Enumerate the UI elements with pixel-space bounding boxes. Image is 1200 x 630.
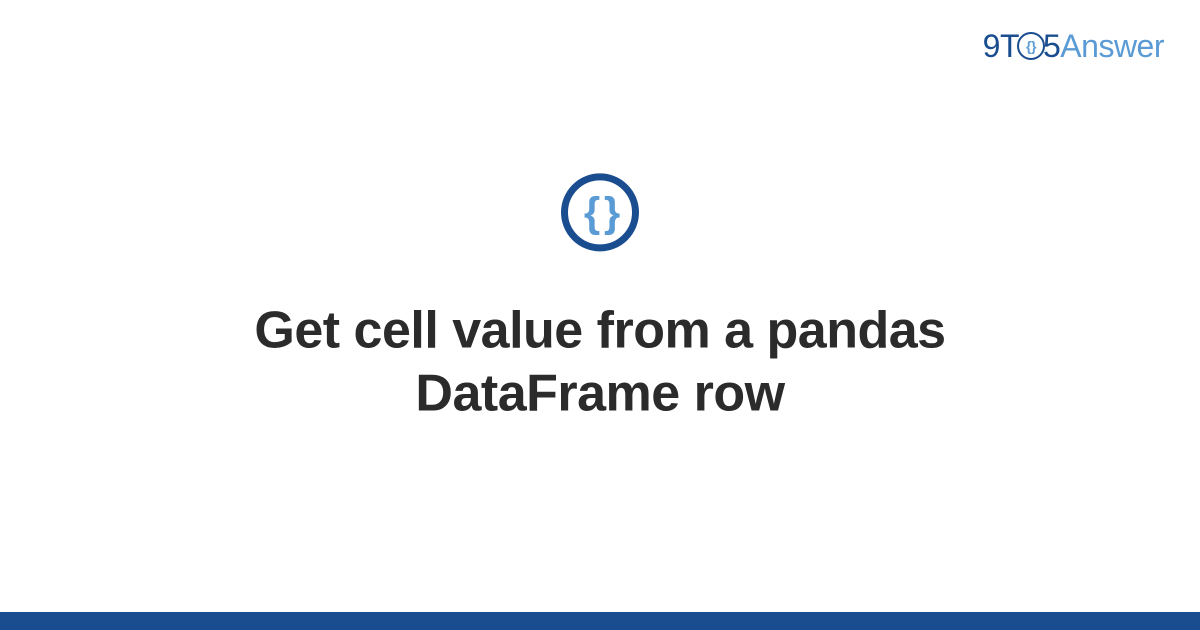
logo-prefix: 9T xyxy=(983,28,1019,64)
logo-mid: 5 xyxy=(1043,28,1060,64)
footer-bar xyxy=(0,612,1200,630)
braces-glyph: { } xyxy=(584,191,616,233)
code-braces-icon: { } xyxy=(561,173,639,251)
site-logo: 9T {} 5Answer xyxy=(983,28,1164,65)
logo-suffix: Answer xyxy=(1060,28,1164,64)
main-content: { } Get cell value from a pandas DataFra… xyxy=(0,173,1200,426)
logo-circle-icon: {} xyxy=(1017,32,1045,60)
page-title: Get cell value from a pandas DataFrame r… xyxy=(140,299,1060,426)
logo-braces-small: {} xyxy=(1026,38,1036,54)
